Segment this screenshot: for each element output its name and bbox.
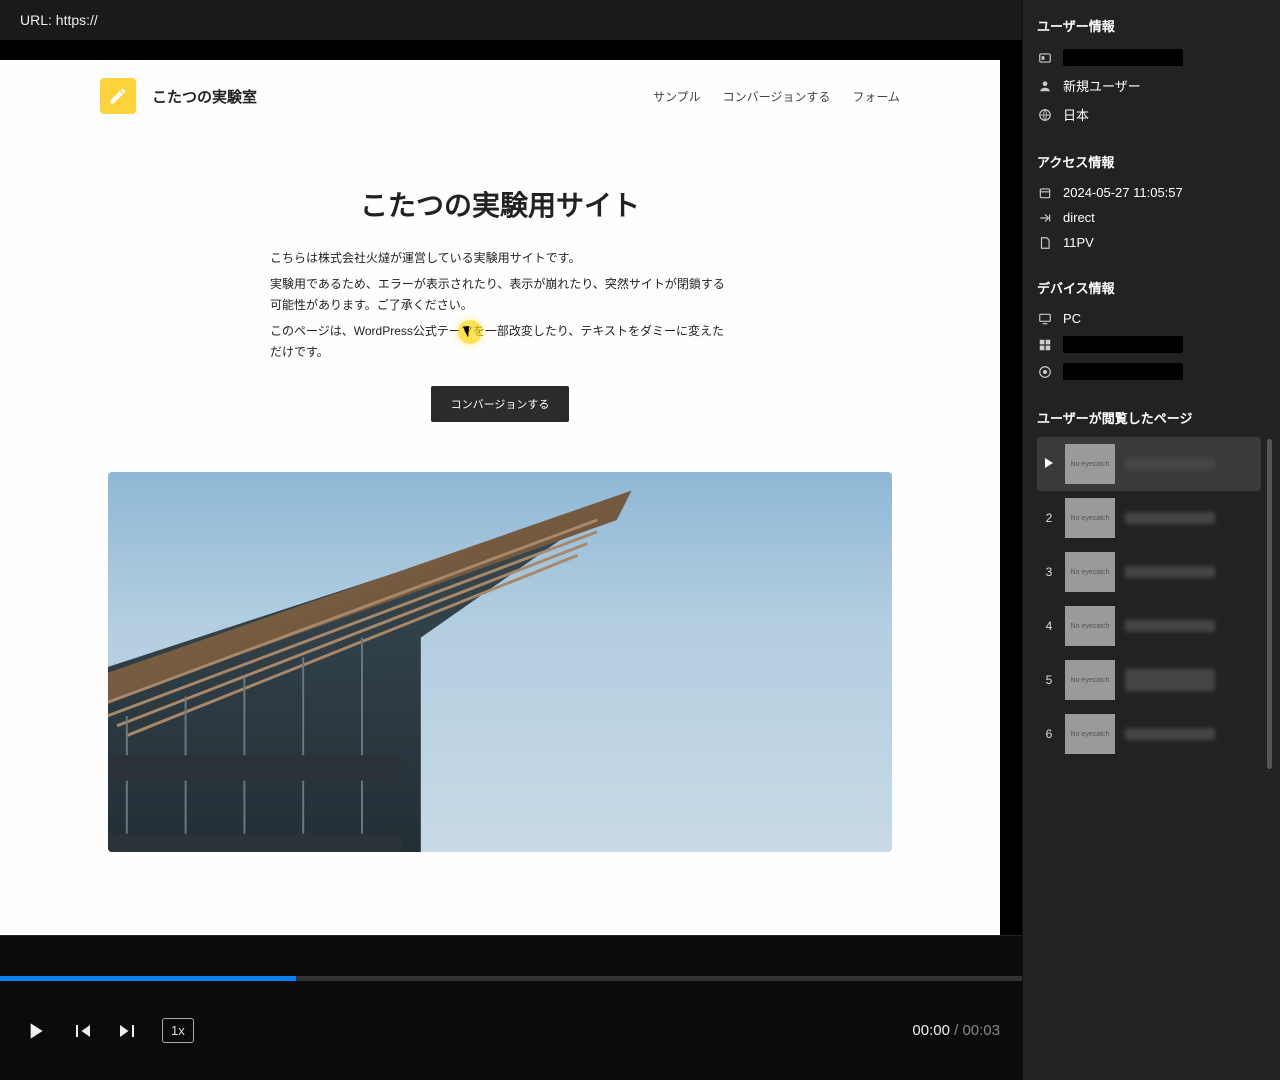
time-current: 00:00 [912, 1022, 950, 1039]
page-number: 6 [1043, 727, 1055, 741]
referrer-icon [1037, 211, 1053, 225]
device-browser-row [1023, 359, 1280, 386]
site-name: こたつの実験室 [152, 86, 257, 107]
page-thumb: No eyecatch [1065, 552, 1115, 592]
access-pv-value: 11PV [1063, 235, 1094, 250]
player-bar: 1x 00:00 / 00:03 [0, 935, 1022, 1080]
page-number: 4 [1043, 619, 1055, 633]
access-pv-row: 11PV [1023, 231, 1280, 256]
nav-conversion[interactable]: コンバージョンする [723, 88, 831, 105]
page-title-redacted [1125, 728, 1215, 740]
recorded-page: こたつの実験室 サンプル コンバージョンする フォーム こたつの実験用サイト こ… [0, 60, 1000, 935]
site-nav: サンプル コンバージョンする フォーム [653, 88, 900, 105]
nav-sample[interactable]: サンプル [653, 88, 701, 105]
id-card-icon [1037, 51, 1053, 65]
page-title-redacted [1125, 620, 1215, 632]
page-title-redacted [1125, 458, 1215, 470]
page-list: No eyecatch 2 No eyecatch 3 No eyecatch [1037, 437, 1261, 769]
hero-line1: こちらは株式会社火燵が運営している実験用サイトです。 [270, 248, 730, 270]
file-icon [1037, 236, 1053, 250]
page-item[interactable]: 6 No eyecatch [1037, 707, 1261, 761]
hero-line2: 実験用であるため、エラーが表示されたり、表示が崩れたり、突然サイトが閉鎖する可能… [270, 274, 730, 317]
play-indicator-icon [1043, 457, 1055, 471]
page-thumb: No eyecatch [1065, 444, 1115, 484]
recording-viewport: こたつの実験室 サンプル コンバージョンする フォーム こたつの実験用サイト こ… [0, 40, 1022, 935]
conversion-button[interactable]: コンバージョンする [431, 386, 570, 422]
page-item[interactable]: No eyecatch [1037, 437, 1261, 491]
access-time-row: 2024-05-27 11:05:57 [1023, 181, 1280, 206]
access-info-title: アクセス情報 [1023, 148, 1280, 181]
device-info-title: デバイス情報 [1023, 274, 1280, 307]
monitor-icon [1037, 312, 1053, 326]
device-type-value: PC [1063, 311, 1081, 326]
access-ref-row: direct [1023, 206, 1280, 231]
pages-title: ユーザーが閲覧したページ [1023, 404, 1280, 437]
progress-track[interactable] [0, 976, 1022, 981]
redacted-value [1063, 336, 1183, 353]
user-type-value: 新規ユーザー [1063, 76, 1141, 95]
page-item[interactable]: 2 No eyecatch [1037, 491, 1261, 545]
page-list-scrollbar[interactable] [1267, 439, 1272, 769]
access-ref-value: direct [1063, 210, 1095, 225]
user-id-row [1023, 45, 1280, 72]
page-thumb: No eyecatch [1065, 660, 1115, 700]
page-title-redacted [1125, 566, 1215, 578]
redacted-value [1063, 363, 1183, 380]
page-title-redacted [1125, 512, 1215, 524]
page-item[interactable]: 5 No eyecatch [1037, 653, 1261, 707]
prev-button[interactable] [70, 1019, 94, 1043]
hero-line3: このページは、WordPress公式テーマを一部改変したり、テキストをダミーに変… [270, 321, 730, 364]
progress-fill [0, 976, 296, 981]
chrome-icon [1037, 365, 1053, 379]
page-item[interactable]: 3 No eyecatch [1037, 545, 1261, 599]
page-number: 5 [1043, 673, 1055, 687]
site-header: こたつの実験室 サンプル コンバージョンする フォーム [100, 78, 900, 114]
hero-image [108, 472, 892, 852]
user-type-row: 新規ユーザー [1023, 72, 1280, 101]
user-country-row: 日本 [1023, 101, 1280, 130]
next-button[interactable] [116, 1019, 140, 1043]
device-type-row: PC [1023, 307, 1280, 332]
page-number: 3 [1043, 565, 1055, 579]
globe-icon [1037, 108, 1053, 122]
page-item[interactable]: 4 No eyecatch [1037, 599, 1261, 653]
time-display: 00:00 / 00:03 [912, 1022, 1000, 1039]
play-button[interactable] [22, 1018, 48, 1044]
user-icon [1037, 79, 1053, 93]
nav-form[interactable]: フォーム [852, 88, 900, 105]
hero-title: こたつの実験用サイト [270, 184, 730, 224]
calendar-icon [1037, 186, 1053, 200]
site-logo-icon [100, 78, 136, 114]
sidebar: ユーザー情報 新規ユーザー 日本 アクセス情報 2024-05-27 11:05… [1022, 0, 1280, 1080]
speed-button[interactable]: 1x [162, 1018, 194, 1043]
redacted-value [1063, 49, 1183, 66]
url-bar: URL: https:// [0, 0, 1022, 40]
user-info-title: ユーザー情報 [1023, 12, 1280, 45]
time-total: 00:03 [962, 1022, 1000, 1039]
page-number: 2 [1043, 511, 1055, 525]
page-thumb: No eyecatch [1065, 606, 1115, 646]
user-country-value: 日本 [1063, 105, 1089, 124]
access-time-value: 2024-05-27 11:05:57 [1063, 185, 1183, 200]
device-os-row [1023, 332, 1280, 359]
page-thumb: No eyecatch [1065, 498, 1115, 538]
page-thumb: No eyecatch [1065, 714, 1115, 754]
windows-icon [1037, 338, 1053, 352]
cursor-indicator-icon [458, 320, 482, 344]
page-title-redacted [1125, 669, 1215, 691]
